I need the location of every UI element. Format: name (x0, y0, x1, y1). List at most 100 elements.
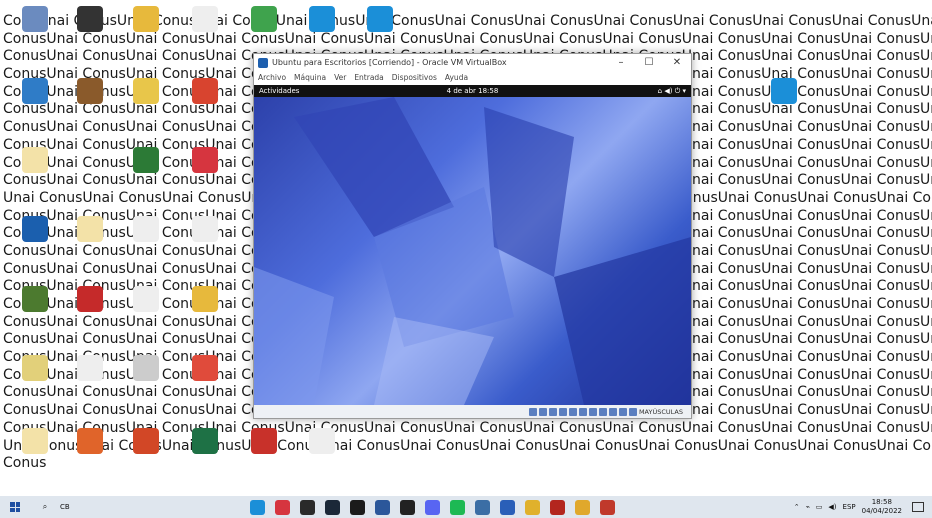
opera-icon[interactable] (275, 499, 290, 515)
file-icon (192, 6, 218, 32)
taskbar-clock[interactable]: 18:58 04/04/2022 (862, 498, 902, 516)
edge-icon[interactable] (250, 499, 265, 515)
keyboard-icon[interactable] (628, 407, 637, 416)
desktop-shortcut[interactable] (185, 147, 225, 195)
desktop-shortcut[interactable] (15, 147, 55, 195)
file-icon (309, 428, 335, 454)
desktop-shortcut[interactable] (15, 78, 55, 126)
file-icon (133, 286, 159, 312)
bluestacks-icon (251, 6, 277, 32)
document-icon (77, 286, 103, 312)
close-button[interactable]: ✕ (663, 57, 691, 68)
file-icon (22, 355, 48, 381)
notification-center-icon[interactable] (912, 502, 924, 512)
app-icon[interactable] (475, 499, 490, 515)
word-icon[interactable] (375, 499, 390, 515)
optical-drive-icon[interactable] (538, 407, 547, 416)
app-icon[interactable] (550, 499, 565, 515)
windows-logo-icon (10, 502, 20, 512)
usb-icon[interactable] (568, 407, 577, 416)
desktop-shortcut[interactable] (15, 355, 55, 403)
desktop-shortcut[interactable] (70, 286, 110, 334)
chrome-icon[interactable] (525, 499, 540, 515)
spotify-icon[interactable] (450, 499, 465, 515)
book-icon (77, 78, 103, 104)
menu-archivo[interactable]: Archivo (258, 73, 286, 82)
mouse-integration-icon[interactable] (618, 407, 627, 416)
desktop-shortcut[interactable] (185, 216, 225, 264)
desktop-shortcut[interactable] (764, 78, 804, 126)
menu-ayuda[interactable]: Ayuda (445, 73, 468, 82)
desktop-shortcut[interactable] (126, 78, 166, 126)
desktop-shortcut[interactable] (126, 6, 166, 54)
virtualbox-window[interactable]: Ubuntu para Escritorios [Corriendo] - Or… (253, 53, 692, 419)
hard-disk-icon[interactable] (528, 407, 537, 416)
desktop-shortcut[interactable] (70, 428, 110, 476)
desktop-shortcut[interactable] (126, 355, 166, 403)
audio-icon[interactable] (548, 407, 557, 416)
search-button[interactable]: ⌕ (30, 502, 60, 512)
app-icon[interactable] (575, 499, 590, 515)
desktop-shortcut[interactable] (185, 6, 225, 54)
menu-maquina[interactable]: Máquina (294, 73, 326, 82)
battery-icon[interactable]: ▭ (816, 503, 823, 511)
language-indicator[interactable]: ESP (843, 503, 856, 511)
menu-entrada[interactable]: Entrada (354, 73, 383, 82)
app-icon[interactable] (500, 499, 515, 515)
menu-ver[interactable]: Ver (334, 73, 346, 82)
desktop-shortcut[interactable] (126, 147, 166, 195)
discord-icon[interactable] (425, 499, 440, 515)
desktop-shortcut[interactable] (126, 216, 166, 264)
epic-games-icon[interactable] (400, 499, 415, 515)
recording-icon[interactable] (598, 407, 607, 416)
window-titlebar[interactable]: Ubuntu para Escritorios [Corriendo] - Or… (254, 54, 691, 71)
file-icon (77, 216, 103, 242)
desktop-shortcut[interactable] (15, 216, 55, 264)
desktop-shortcut[interactable] (244, 6, 284, 54)
file-icon (133, 216, 159, 242)
maximize-button[interactable]: ☐ (635, 57, 663, 68)
network-icon[interactable]: ⌁ (806, 503, 810, 511)
desktop-shortcut[interactable] (185, 286, 225, 334)
app-icon[interactable] (600, 499, 615, 515)
desktop-shortcut[interactable] (15, 6, 55, 54)
chevron-up-icon[interactable]: ⌃ (794, 503, 800, 511)
desktop-shortcut[interactable] (70, 78, 110, 126)
menu-dispositivos[interactable]: Dispositivos (392, 73, 437, 82)
desktop-shortcut[interactable] (360, 6, 400, 54)
volume-icon[interactable]: ◀) (828, 503, 836, 511)
file-icon (77, 355, 103, 381)
display-icon[interactable] (588, 407, 597, 416)
guest-screen[interactable]: Actividades ⌂ ◀) ⏻ ▾ 4 de abr 18:58 (254, 85, 691, 405)
opera-icon (192, 147, 218, 173)
start-button[interactable] (0, 502, 30, 512)
desktop-shortcut[interactable] (185, 78, 225, 126)
app-icon[interactable] (300, 499, 315, 515)
wallpaper-shape (254, 267, 334, 405)
desktop-shortcut[interactable] (185, 355, 225, 403)
app-icon[interactable] (350, 499, 365, 515)
desktop-shortcut[interactable] (70, 6, 110, 54)
file-icon (192, 216, 218, 242)
shared-folder-icon[interactable] (578, 407, 587, 416)
folder-icon (192, 286, 218, 312)
minimize-button[interactable]: – (607, 57, 635, 68)
cortana-label[interactable]: CB (60, 503, 80, 511)
pdf-icon (192, 78, 218, 104)
desktop-shortcut[interactable] (126, 286, 166, 334)
desktop-shortcut[interactable] (302, 6, 342, 54)
desktop-shortcut[interactable] (15, 428, 55, 476)
cpu-icon[interactable] (608, 407, 617, 416)
vm-status-bar: MAYÚSCULAS (254, 405, 691, 418)
desktop-shortcut[interactable] (70, 355, 110, 403)
desktop-shortcut[interactable] (302, 428, 342, 476)
gnome-clock[interactable]: 4 de abr 18:58 (254, 87, 691, 95)
desktop-shortcut[interactable] (126, 428, 166, 476)
file-icon (22, 428, 48, 454)
desktop-shortcut[interactable] (244, 428, 284, 476)
desktop-shortcut[interactable] (185, 428, 225, 476)
network-icon[interactable] (558, 407, 567, 416)
desktop-shortcut[interactable] (70, 216, 110, 264)
steam-icon[interactable] (325, 499, 340, 515)
desktop-shortcut[interactable] (15, 286, 55, 334)
